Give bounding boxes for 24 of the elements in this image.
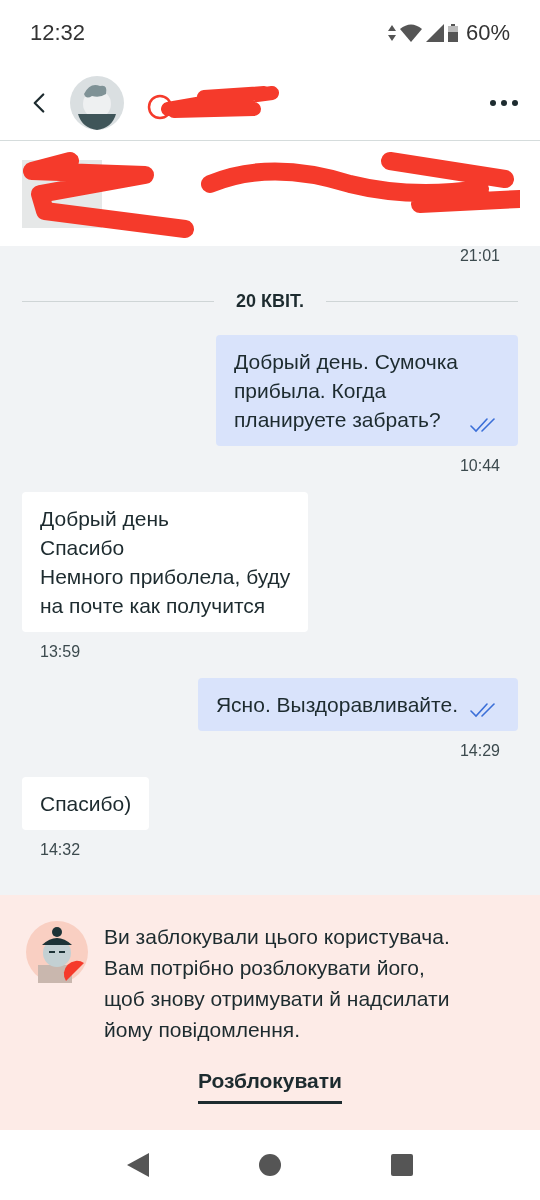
status-time: 12:32 [30,19,86,47]
wifi-icon [399,23,422,42]
message-text: Ясно. Выздоравливайте. [215,692,458,718]
blocked-user-avatar-icon [26,921,88,983]
unblock-link[interactable]: Розблокувати [198,1065,342,1104]
message-time: 14:29 [458,741,501,761]
more-icon [490,99,518,106]
date-divider: 20 КВІТ. [236,290,304,313]
message-time: 14:32 [39,840,82,860]
avatar-icon [70,75,124,130]
message-time: 13:59 [39,642,82,662]
battery-icon [447,23,458,42]
message-time: 10:44 [458,456,501,476]
nav-home-icon[interactable] [259,1154,281,1176]
battery-percent: 60% [465,19,510,47]
message-text: Добрый день. Сумочка прибыла. Когда планируете забрать? [234,349,458,433]
more-menu-button[interactable] [490,99,518,106]
blocked-notice-text: Ви заблокували цього користувача. Вам потрібно розблокувати його, щоб знову отримувати й надсилати йому повідомлення. [104,924,451,1043]
message-text: Добрый день Спасибо Немного приболела, буду на почте как получится [40,506,291,619]
data-arrows-icon [387,24,396,41]
message-time: 21:01 [458,246,501,266]
nav-back-icon[interactable] [127,1153,149,1177]
message-text: Спасибо) [40,791,132,817]
signal-icon [425,23,444,42]
